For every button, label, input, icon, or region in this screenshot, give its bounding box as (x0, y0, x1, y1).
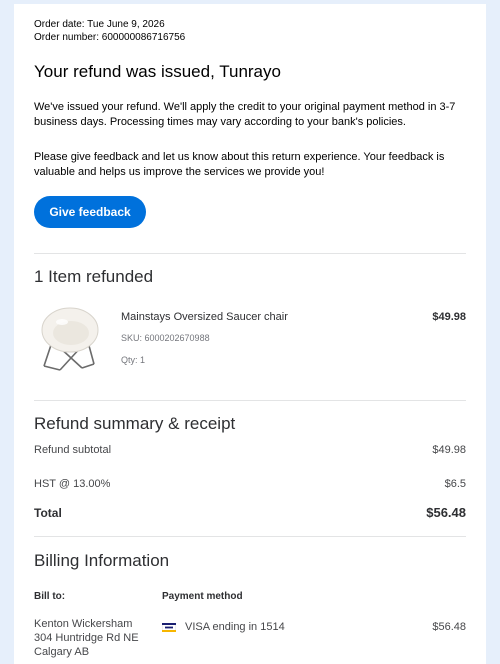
saucer-chair-image (41, 307, 99, 371)
order-meta: Order date: Tue June 9, 2026 Order numbe… (34, 18, 466, 44)
product-image (38, 304, 102, 374)
refund-info-text: We've issued your refund. We'll apply th… (34, 101, 456, 128)
tax-value: $6.5 (444, 478, 466, 490)
subtotal-label: Refund subtotal (34, 444, 112, 456)
summary-heading: Refund summary & receipt (34, 414, 236, 433)
total-label: Total (34, 506, 62, 520)
payment-method: VISA ending in 1514 (161, 621, 285, 633)
total-value: $56.48 (426, 505, 466, 520)
item-qty: Qty: 1 (121, 355, 146, 365)
address-line: Kenton Wickersham (34, 618, 133, 630)
address-line: Calgary AB (34, 646, 90, 658)
item-sku: SKU: 6000202670988 (121, 333, 210, 343)
item-price: $49.98 (432, 311, 466, 323)
subtotal-value: $49.98 (432, 444, 466, 456)
page-title: Your refund was issued, Tunrayo (34, 62, 281, 81)
order-date: Order date: Tue June 9, 2026 (34, 19, 165, 30)
items-heading: 1 Item refunded (34, 267, 154, 286)
item-name[interactable]: Mainstays Oversized Saucer chair (121, 311, 288, 323)
address-line: 304 Huntridge Rd NE (34, 632, 139, 644)
give-feedback-button[interactable]: Give feedback (34, 196, 146, 228)
divider (34, 253, 466, 254)
tax-label: HST @ 13.00% (34, 478, 111, 490)
bill-to-label: Bill to: (34, 591, 66, 602)
order-number: Order number: 600000086716756 (34, 32, 186, 43)
email-card: Order date: Tue June 9, 2026 Order numbe… (14, 4, 486, 664)
payment-amount: $56.48 (432, 621, 466, 633)
billing-address: Kenton Wickersham 304 Huntridge Rd NE Ca… (34, 617, 139, 659)
feedback-request-text: Please give feedback and let us know abo… (34, 151, 445, 178)
billing-heading: Billing Information (34, 551, 170, 570)
visa-card-icon (161, 622, 177, 632)
payment-method-label: Payment method (162, 591, 243, 602)
divider (34, 536, 466, 537)
divider (34, 400, 466, 401)
payment-text: VISA ending in 1514 (185, 621, 285, 633)
